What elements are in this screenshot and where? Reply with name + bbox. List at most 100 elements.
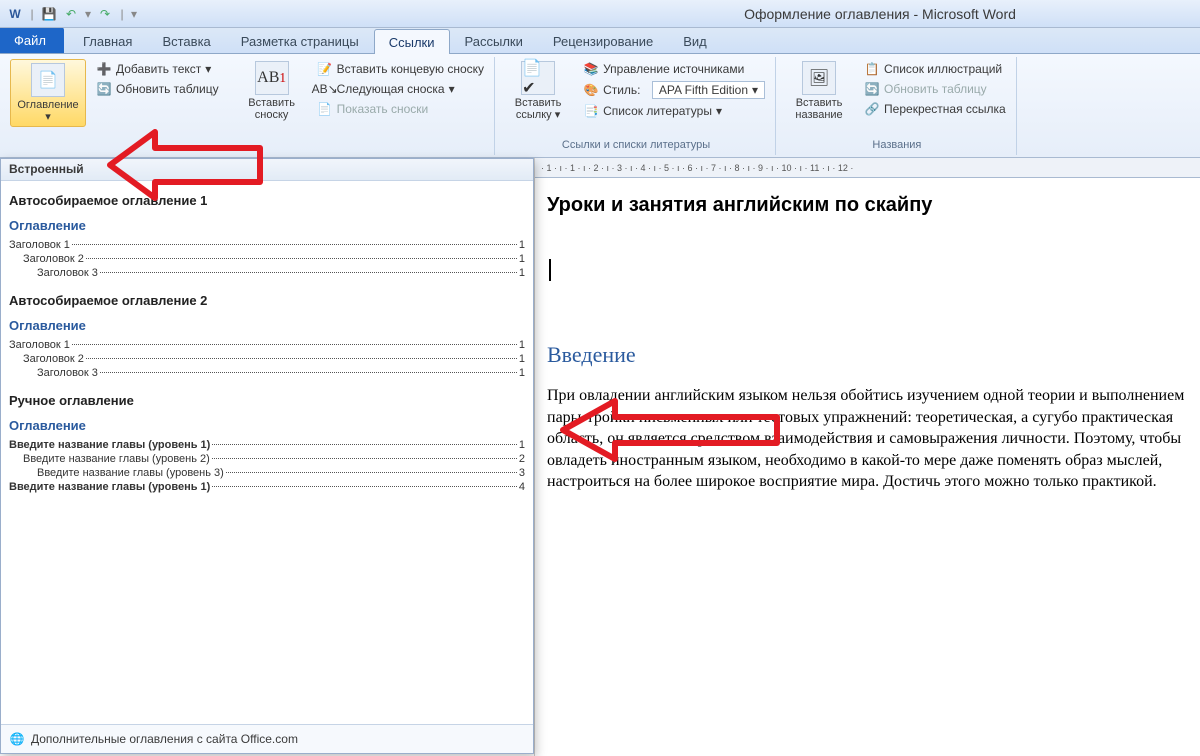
tab-layout[interactable]: Разметка страницы	[226, 28, 374, 53]
bibliography-button[interactable]: 📑Список литературы ▾	[579, 102, 769, 120]
toc-m3: Введите название главы (уровень 3)	[37, 467, 224, 479]
dropdown-header: Встроенный	[1, 159, 533, 181]
group-footnotes: AB1 Вставить сноску 📝Вставить концевую с…	[231, 57, 495, 155]
toc-gallery-dropdown: Встроенный Автособираемое оглавление 1 О…	[0, 158, 534, 754]
caption-icon: 🖼	[802, 61, 836, 95]
show-icon: 📄	[317, 101, 333, 117]
toc-preview-title3: Оглавление	[9, 418, 525, 433]
insert-caption-label: Вставить название	[784, 97, 854, 121]
tab-mailings[interactable]: Рассылки	[450, 28, 538, 53]
toc-pg: 3	[519, 467, 525, 479]
toc-auto1-title[interactable]: Автособираемое оглавление 1	[9, 193, 525, 208]
qat-dropdown-icon[interactable]: ▾	[130, 5, 138, 23]
list-figures-button[interactable]: 📋 Список иллюстраций	[860, 60, 1010, 78]
toc-button[interactable]: 📄 Оглавление▾	[10, 59, 86, 127]
add-text-button[interactable]: ➕Добавить текст ▾	[92, 60, 223, 78]
toc-preview-title2: Оглавление	[9, 318, 525, 333]
show-footnotes-label: Показать сноски	[337, 102, 429, 116]
insert-caption-button[interactable]: 🖼 Вставить название	[784, 59, 854, 121]
toc-h2b: Заголовок 2	[23, 353, 84, 365]
insert-citation-button[interactable]: 📄✔ Вставить ссылку ▾	[503, 59, 573, 121]
redo-icon[interactable]: ↷	[96, 5, 114, 23]
tab-insert[interactable]: Вставка	[147, 28, 225, 53]
toc-m4: Введите название главы (уровень 1)	[9, 481, 210, 493]
figures-icon: 📋	[864, 61, 880, 77]
insert-endnote-button[interactable]: 📝Вставить концевую сноску	[313, 60, 488, 78]
insert-citation-label: Вставить ссылку	[515, 97, 562, 121]
toc-label: Оглавление	[17, 99, 78, 111]
next-footnote-button[interactable]: AB↘Следующая сноска ▾	[313, 80, 488, 98]
toc-h3b: Заголовок 3	[37, 367, 98, 379]
toc-pg: 4	[519, 481, 525, 493]
style-icon: 🎨	[583, 82, 599, 98]
tab-view[interactable]: Вид	[668, 28, 722, 53]
group-citations-label: Ссылки и списки литературы	[503, 139, 769, 153]
toc-h3: Заголовок 3	[37, 267, 98, 279]
toc-icon: 📄	[31, 63, 65, 97]
style-value: APA Fifth Edition	[659, 83, 748, 97]
refresh-icon: 🔄	[96, 81, 112, 97]
dropdown-body[interactable]: Автособираемое оглавление 1 Оглавление З…	[1, 181, 533, 724]
footer-more-label: Дополнительные оглавления с сайта Office…	[31, 732, 298, 746]
tab-review[interactable]: Рецензирование	[538, 28, 668, 53]
dropdown-footer-more[interactable]: 🌐 Дополнительные оглавления с сайта Offi…	[1, 724, 533, 753]
tab-file[interactable]: Файл	[0, 27, 64, 53]
quick-access-toolbar: W | 💾 ↶ ▾ ↷ | ▾	[6, 5, 138, 23]
insert-endnote-label: Вставить концевую сноску	[337, 62, 484, 76]
show-footnotes-button[interactable]: 📄 Показать сноски	[313, 100, 488, 118]
toc-m2: Введите название главы (уровень 2)	[23, 453, 210, 465]
refresh-icon2: 🔄	[864, 81, 880, 97]
footnote-icon: AB1	[255, 61, 289, 95]
document-page[interactable]: Уроки и занятия английским по скайпу Вве…	[535, 178, 1200, 503]
sources-icon: 📚	[583, 61, 599, 77]
next-footnote-label: Следующая сноска	[337, 82, 445, 96]
title-bar: W | 💾 ↶ ▾ ↷ | ▾ Оформление оглавления - …	[0, 0, 1200, 28]
style-value-box[interactable]: APA Fifth Edition ▾	[652, 81, 765, 99]
biblio-icon: 📑	[583, 103, 599, 119]
qat-sep2: ▾	[84, 5, 92, 23]
update-table2-button[interactable]: 🔄Обновить таблицу	[860, 80, 1010, 98]
style-label: Стиль:	[603, 83, 640, 97]
document-canvas: · 1 · ı · 1 · ı · 2 · ı · 3 · ı · 4 · ı …	[534, 158, 1200, 756]
toc-pg: 1	[519, 439, 525, 451]
toc-manual-preview[interactable]: Оглавление Введите название главы (урове…	[9, 418, 525, 493]
insert-footnote-label: Вставить сноску	[237, 97, 307, 121]
group-captions-label: Названия	[784, 139, 1010, 153]
toc-h1b: Заголовок 1	[9, 339, 70, 351]
toc-auto1-preview[interactable]: Оглавление Заголовок 11 Заголовок 21 Заг…	[9, 218, 525, 279]
ab-label: AB	[257, 69, 279, 87]
toc-pg: 2	[519, 453, 525, 465]
word-icon: W	[6, 5, 24, 23]
toc-pg: 1	[519, 239, 525, 251]
manage-sources-button[interactable]: 📚Управление источниками	[579, 60, 769, 78]
toc-m1: Введите название главы (уровень 1)	[9, 439, 210, 451]
list-figures-label: Список иллюстраций	[884, 62, 1002, 76]
ribbon-tabs: Файл Главная Вставка Разметка страницы С…	[0, 28, 1200, 54]
insert-footnote-button[interactable]: AB1 Вставить сноску	[237, 59, 307, 121]
save-icon[interactable]: 💾	[40, 5, 58, 23]
toc-manual-title[interactable]: Ручное оглавление	[9, 393, 525, 408]
toc-pg: 1	[519, 253, 525, 265]
office-icon: 🌐	[9, 731, 25, 747]
ribbon: 📄 Оглавление▾ ➕Добавить текст ▾ 🔄Обновит…	[0, 54, 1200, 158]
toc-h1: Заголовок 1	[9, 239, 70, 251]
toc-auto2-preview[interactable]: Оглавление Заголовок 1 1 Заголовок 2 1 Заг…	[9, 318, 525, 379]
tab-home[interactable]: Главная	[68, 28, 147, 53]
next-icon: AB↘	[317, 81, 333, 97]
toc-pg: 1	[519, 353, 525, 365]
undo-icon[interactable]: ↶	[62, 5, 80, 23]
toc-pg: 1	[519, 339, 525, 351]
doc-heading: Введение	[547, 341, 1190, 371]
style-selector[interactable]: 🎨 Стиль: APA Fifth Edition ▾	[579, 80, 769, 100]
add-text-label: Добавить текст	[116, 62, 201, 76]
tab-references[interactable]: Ссылки	[374, 29, 450, 54]
bibliography-label: Список литературы	[603, 104, 712, 118]
toc-pg: 1	[519, 367, 525, 379]
update-table-button[interactable]: 🔄Обновить таблицу	[92, 80, 223, 98]
group-captions: 🖼 Вставить название 📋Список иллюстраций …	[778, 57, 1017, 155]
horizontal-ruler[interactable]: · 1 · ı · 1 · ı · 2 · ı · 3 · ı · 4 · ı …	[535, 158, 1200, 178]
toc-auto2-title[interactable]: Автособираемое оглавление 2	[9, 293, 525, 308]
crossref-icon: 🔗	[864, 101, 880, 117]
cross-ref-button[interactable]: 🔗Перекрестная ссылка	[860, 100, 1010, 118]
toc-h2: Заголовок 2	[23, 253, 84, 265]
